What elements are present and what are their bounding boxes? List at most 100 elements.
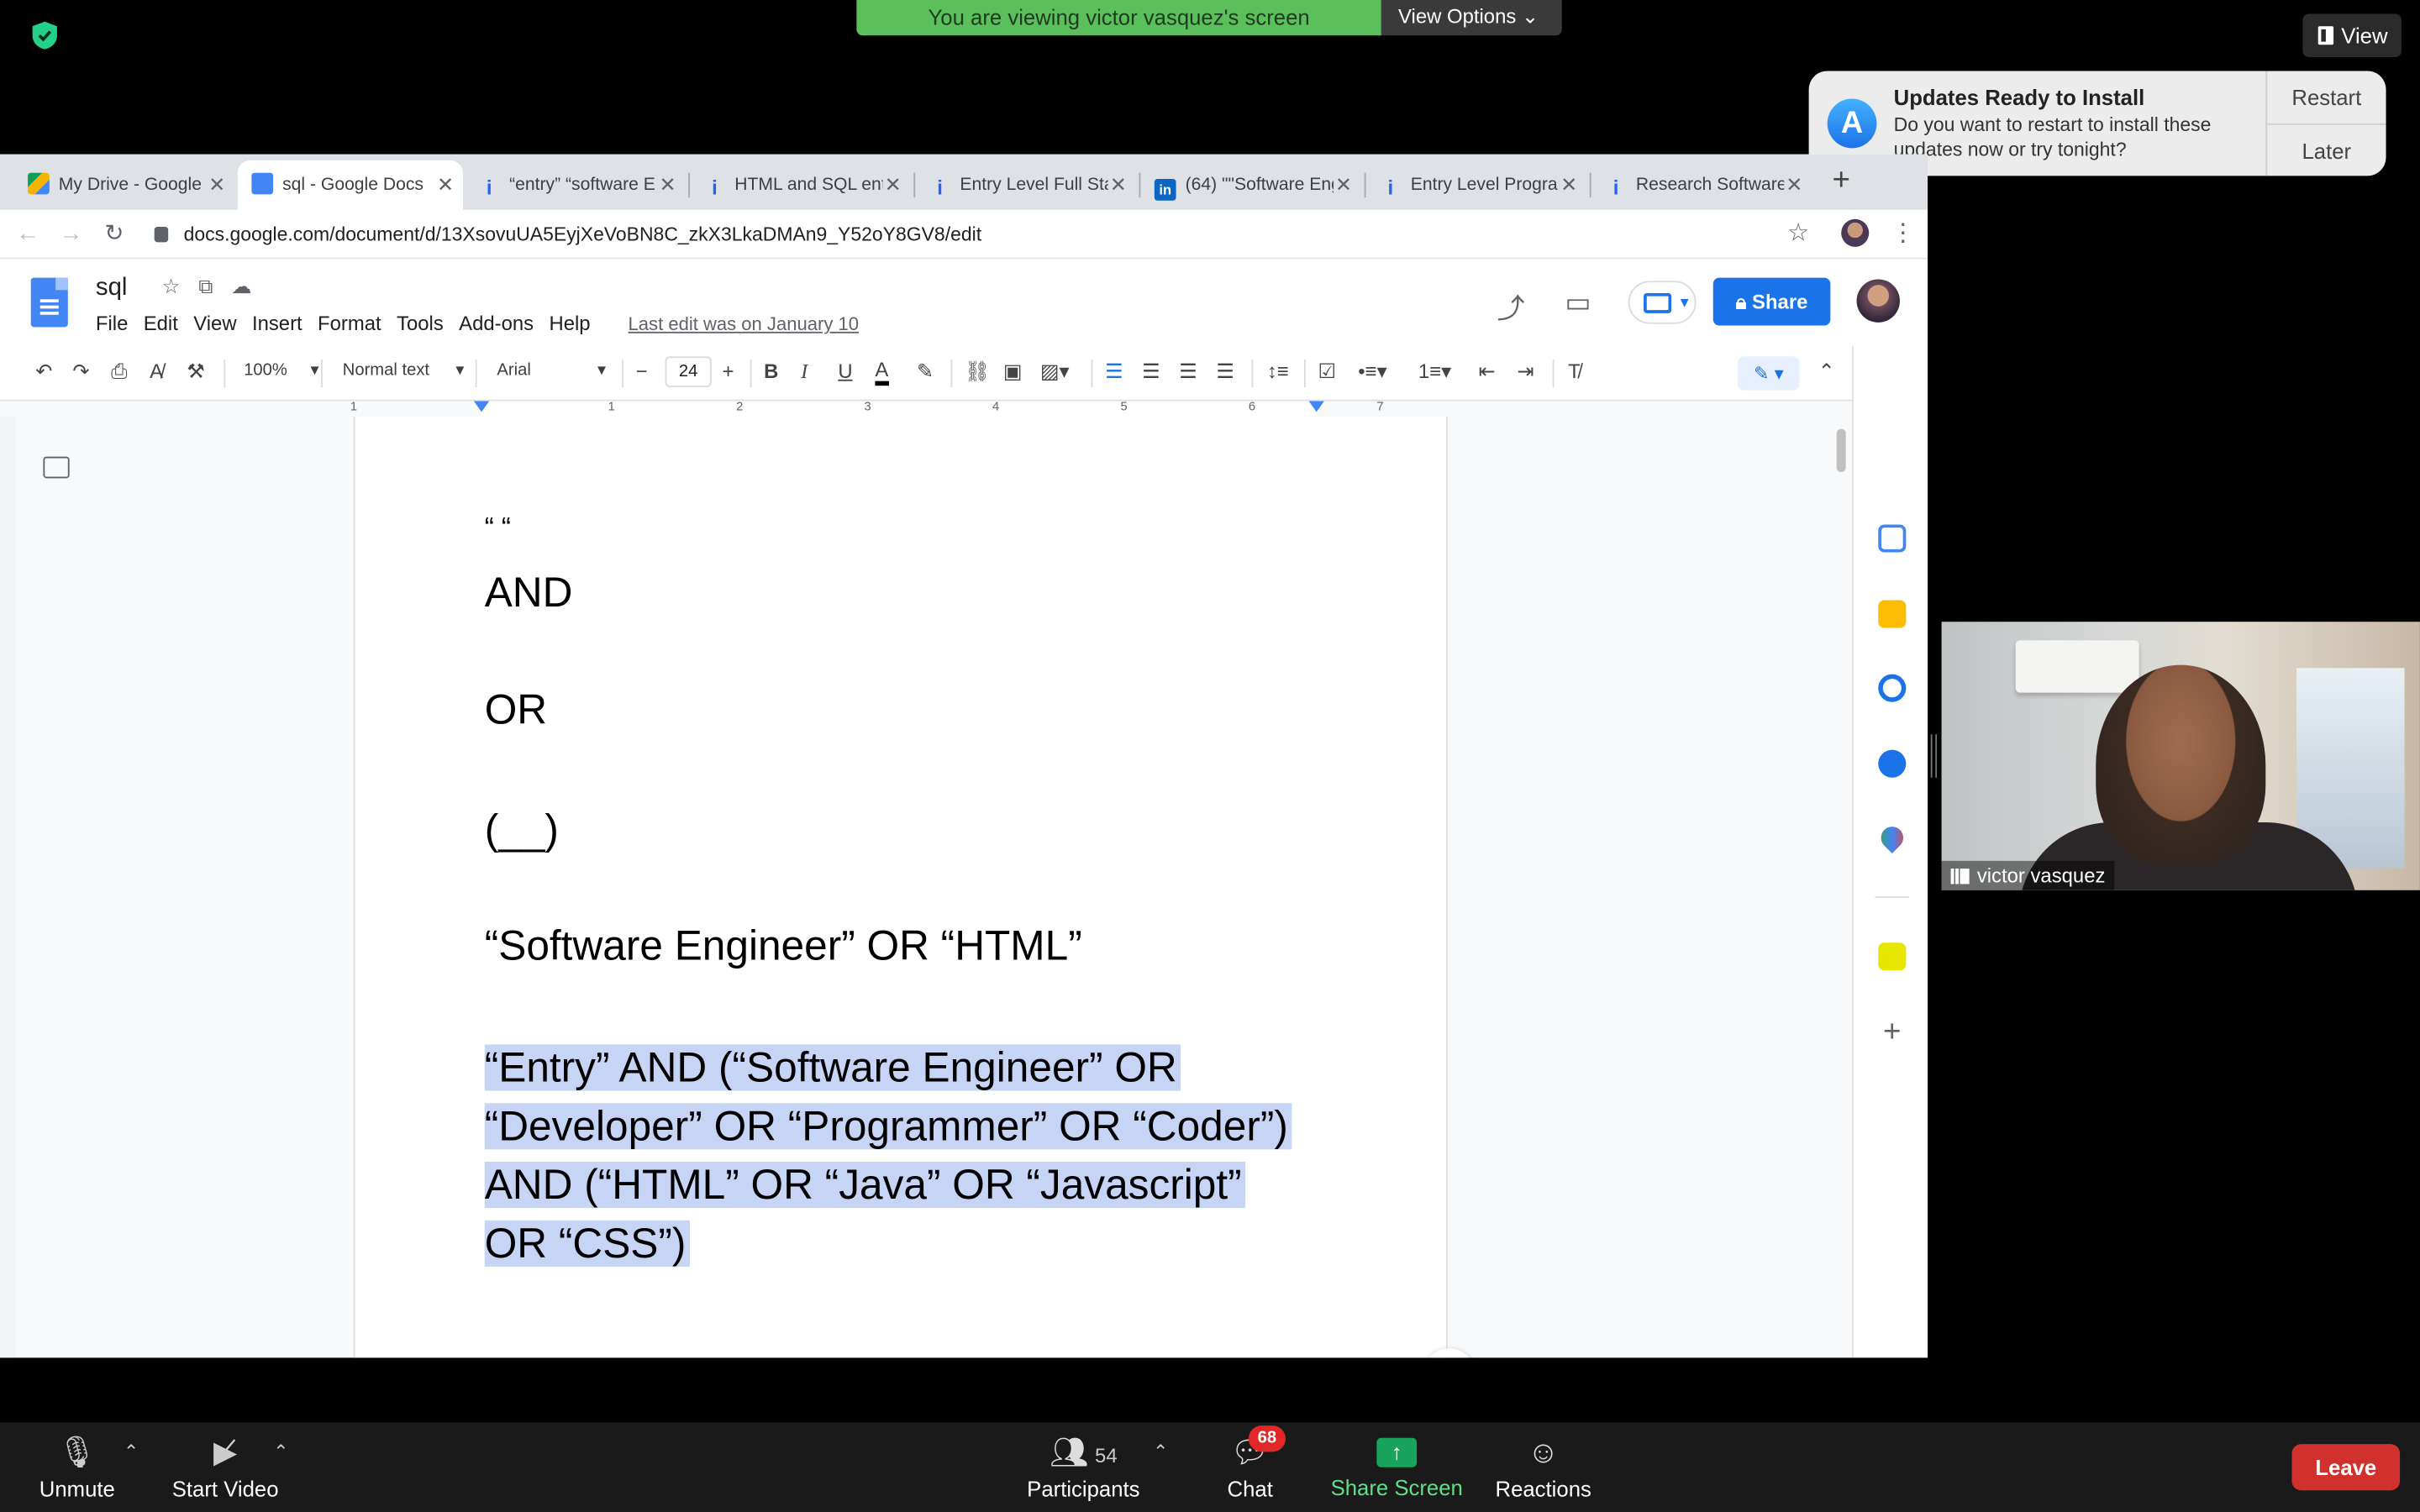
tab-sql-docs[interactable]: sql - Google Docs ✕ xyxy=(237,160,464,210)
redo-icon[interactable]: ↷ xyxy=(72,358,89,386)
menu-help[interactable]: Help xyxy=(549,312,590,335)
menu-insert[interactable]: Insert xyxy=(252,312,302,335)
shield-icon[interactable] xyxy=(32,21,57,50)
participants-button[interactable]: 👥︎ 54 Participants xyxy=(1018,1422,1148,1512)
unmute-button[interactable]: 🎙︎ Unmute xyxy=(28,1422,127,1512)
zoom-select[interactable]: 100% ▾ xyxy=(244,360,319,380)
close-icon[interactable]: ✕ xyxy=(1560,160,1577,210)
tab-linkedin[interactable]: in (64) ""Software Eng ✕ xyxy=(1142,160,1361,210)
close-icon[interactable]: ✕ xyxy=(1786,160,1802,210)
align-justify-icon[interactable]: ☰ xyxy=(1216,358,1234,386)
menu-edit[interactable]: Edit xyxy=(144,312,178,335)
keep-icon[interactable] xyxy=(1878,600,1907,628)
menu-format[interactable]: Format xyxy=(318,312,381,335)
menu-kebab-icon[interactable]: ⋮ xyxy=(1891,218,1915,249)
collapse-menu-chevron-icon[interactable]: ⌃ xyxy=(1818,358,1835,386)
line-spacing-icon[interactable]: ↕≡ xyxy=(1267,358,1289,386)
maps-icon[interactable] xyxy=(1876,822,1908,854)
bulleted-list-icon[interactable]: •≡▾ xyxy=(1358,358,1386,386)
tab-indeed-full-stack[interactable]: i Entry Level Full Sta ✕ xyxy=(917,160,1136,210)
profile-avatar-icon[interactable] xyxy=(1841,218,1870,247)
tab-indeed-html-sql[interactable]: i HTML and SQL ent ✕ xyxy=(692,160,911,210)
menu-file[interactable]: File xyxy=(96,312,128,335)
close-icon[interactable]: ✕ xyxy=(1110,160,1127,210)
comments-icon[interactable]: ▭ xyxy=(1565,287,1591,320)
left-indent-marker[interactable] xyxy=(473,401,490,412)
present-button[interactable]: ▼ xyxy=(1628,281,1697,324)
document-outline-icon[interactable] xyxy=(43,456,70,479)
checklist-icon[interactable]: ☑ xyxy=(1318,358,1336,386)
cloud-status-icon[interactable]: ☁ xyxy=(231,275,270,298)
share-button[interactable]: 🔒︎ Share xyxy=(1712,277,1831,326)
spellcheck-icon[interactable]: A̸ xyxy=(150,358,163,386)
menu-tools[interactable]: Tools xyxy=(397,312,444,335)
move-folder-icon[interactable]: ⧉ xyxy=(198,275,231,298)
url-field[interactable]: docs.google.com/document/d/13XsovuUA5Eyj… xyxy=(154,218,1791,251)
tasks-icon[interactable] xyxy=(1878,674,1907,702)
forward-arrow-icon[interactable]: → xyxy=(55,219,87,250)
participants-caret-icon[interactable]: ⌃ xyxy=(1153,1441,1168,1462)
later-button[interactable]: Later xyxy=(2267,123,2386,176)
close-icon[interactable]: ✕ xyxy=(208,160,225,210)
share-screen-button[interactable]: ↑ Share Screen xyxy=(1328,1422,1466,1512)
increase-indent-icon[interactable]: ⇥ xyxy=(1517,358,1534,386)
paint-format-icon[interactable]: ⚒ xyxy=(187,358,204,386)
text-color-icon[interactable]: A xyxy=(875,358,889,386)
close-icon[interactable]: ✕ xyxy=(885,160,902,210)
scrollbar-thumb[interactable] xyxy=(1836,428,1846,473)
tab-indeed-entry[interactable]: i “entry” “software E ✕ xyxy=(466,160,686,210)
bookmark-star-icon[interactable]: ☆ xyxy=(1787,218,1809,249)
close-icon[interactable]: ✕ xyxy=(437,160,454,210)
clear-formatting-icon[interactable]: T̸ xyxy=(1568,358,1581,386)
docs-logo-icon[interactable] xyxy=(30,277,68,328)
back-arrow-icon[interactable]: ← xyxy=(13,219,44,250)
download-addon-icon[interactable] xyxy=(1878,942,1907,971)
new-tab-plus-icon[interactable]: + xyxy=(1828,165,1855,197)
close-icon[interactable]: ✕ xyxy=(1335,160,1352,210)
add-addon-plus-icon[interactable]: + xyxy=(1878,1016,1906,1047)
menu-add-ons[interactable]: Add-ons xyxy=(459,312,534,335)
video-options-caret-icon[interactable]: ⌃ xyxy=(273,1441,288,1462)
menu-view[interactable]: View xyxy=(193,312,236,335)
add-comment-icon[interactable]: ▣ xyxy=(1003,358,1023,386)
view-button[interactable]: View xyxy=(2302,13,2402,57)
last-edit-link[interactable]: Last edit was on January 10 xyxy=(629,313,859,335)
decrease-indent-icon[interactable]: ⇤ xyxy=(1479,358,1496,386)
print-icon[interactable]: ⎙ xyxy=(111,358,127,386)
align-center-icon[interactable]: ☰ xyxy=(1142,358,1160,386)
leave-button[interactable]: Leave xyxy=(2291,1444,2401,1491)
tab-my-drive[interactable]: My Drive - Google D ✕ xyxy=(15,160,234,210)
font-size-input[interactable]: 24 xyxy=(665,356,712,388)
editing-mode-button[interactable]: ✎ ▾ xyxy=(1738,356,1800,391)
audio-options-caret-icon[interactable]: ⌃ xyxy=(124,1441,139,1462)
start-video-button[interactable]: ▶̸ Start Video xyxy=(160,1422,290,1512)
chat-button[interactable]: 💬︎ 68 Chat xyxy=(1212,1422,1289,1512)
document-page[interactable]: “ “ AND OR (__) “Software Engineer” OR “… xyxy=(353,416,1448,1358)
reactions-button[interactable]: ☺︎ Reactions xyxy=(1489,1422,1597,1512)
view-options-button[interactable]: View Options ⌄ xyxy=(1381,0,1562,36)
bold-icon[interactable]: B xyxy=(764,358,778,386)
close-icon[interactable]: ✕ xyxy=(659,160,676,210)
star-icon[interactable]: ☆ xyxy=(162,275,198,298)
calendar-icon[interactable] xyxy=(1878,524,1907,553)
document-title[interactable]: sql xyxy=(96,275,128,302)
numbered-list-icon[interactable]: 1≡▾ xyxy=(1418,358,1451,386)
underline-icon[interactable]: U xyxy=(838,358,852,386)
style-select[interactable]: Normal text ▾ xyxy=(343,360,465,380)
link-icon[interactable]: ⛓ xyxy=(965,358,990,386)
activity-trend-icon[interactable]: ⤴ xyxy=(1497,287,1525,328)
tab-indeed-research[interactable]: i Research Software ✕ xyxy=(1592,160,1812,210)
decrease-font-size-icon[interactable]: − xyxy=(636,358,648,386)
highlight-pen-icon[interactable]: ✎ xyxy=(917,358,934,386)
align-right-icon[interactable]: ☰ xyxy=(1179,358,1197,386)
font-select[interactable]: Arial ▾ xyxy=(497,360,606,380)
tab-indeed-programmer[interactable]: i Entry Level Progran ✕ xyxy=(1367,160,1586,210)
participant-video[interactable]: victor vasquez xyxy=(1941,622,2420,890)
italic-icon[interactable]: I xyxy=(801,358,808,386)
restart-button[interactable]: Restart xyxy=(2267,71,2386,123)
panel-resize-handle[interactable] xyxy=(1930,734,1938,778)
align-left-icon[interactable]: ☰ xyxy=(1105,358,1123,386)
undo-icon[interactable]: ↶ xyxy=(35,358,52,386)
account-avatar[interactable] xyxy=(1856,279,1900,323)
reload-icon[interactable]: ↻ xyxy=(99,219,130,250)
